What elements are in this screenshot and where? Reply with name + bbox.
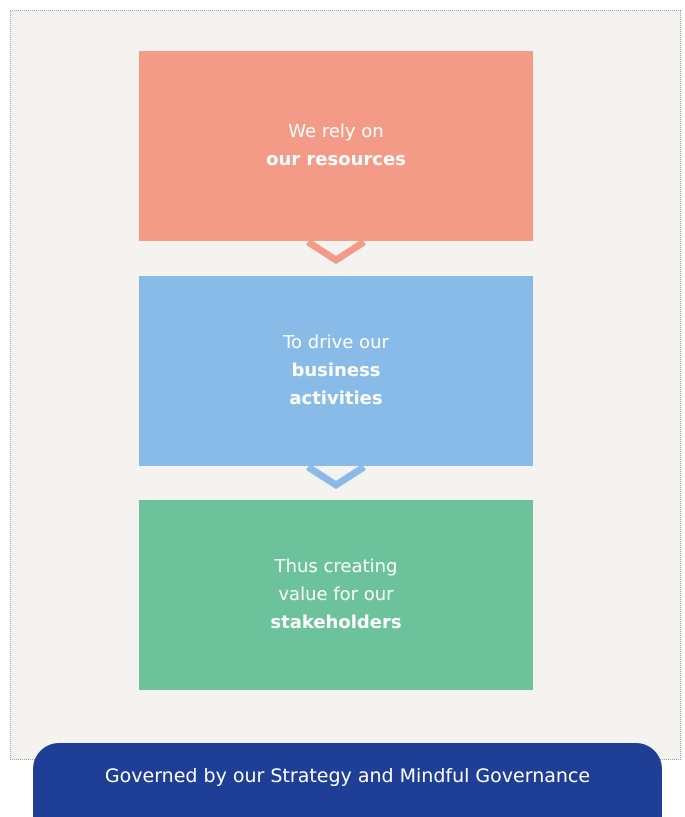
governance-banner: Governed by our Strategy and Mindful Gov… <box>33 743 662 817</box>
governance-text: Governed by our Strategy and Mindful Gov… <box>104 765 591 787</box>
resources-line-2: our resources <box>266 149 406 170</box>
activities-line-2: business <box>291 360 381 381</box>
stakeholders-line-1: Thus creating <box>274 556 398 577</box>
down-arrow-icon <box>306 240 366 264</box>
resources-box: We rely on our resources <box>139 51 533 241</box>
activities-line-3: activities <box>289 388 383 409</box>
stakeholders-box: Thus creating value for our stakeholders <box>139 500 533 690</box>
down-arrow-icon <box>306 465 366 489</box>
activities-box: To drive our business activities <box>139 276 533 466</box>
stakeholders-line-2: value for our <box>278 584 394 605</box>
resources-line-1: We rely on <box>288 121 384 142</box>
stakeholders-line-3: stakeholders <box>270 612 402 633</box>
activities-line-1: To drive our <box>283 332 389 353</box>
